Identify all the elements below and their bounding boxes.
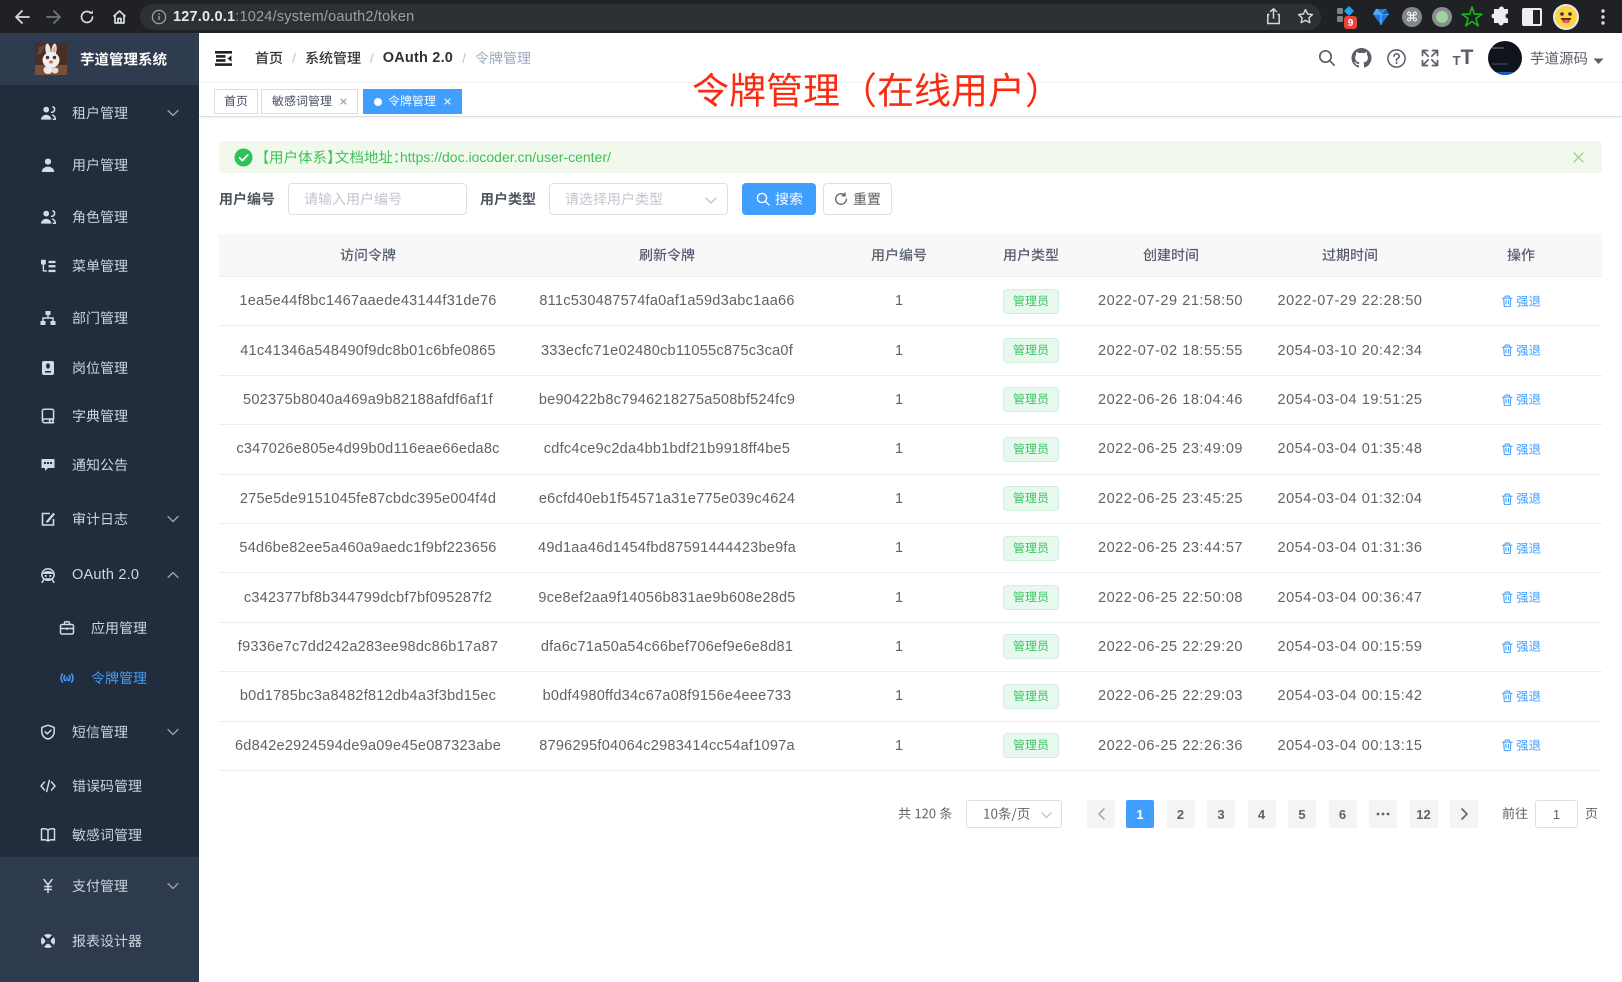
svg-text:a: a: [65, 676, 69, 683]
svg-text:9: 9: [1347, 18, 1353, 29]
svg-text:⌘: ⌘: [1405, 9, 1418, 24]
